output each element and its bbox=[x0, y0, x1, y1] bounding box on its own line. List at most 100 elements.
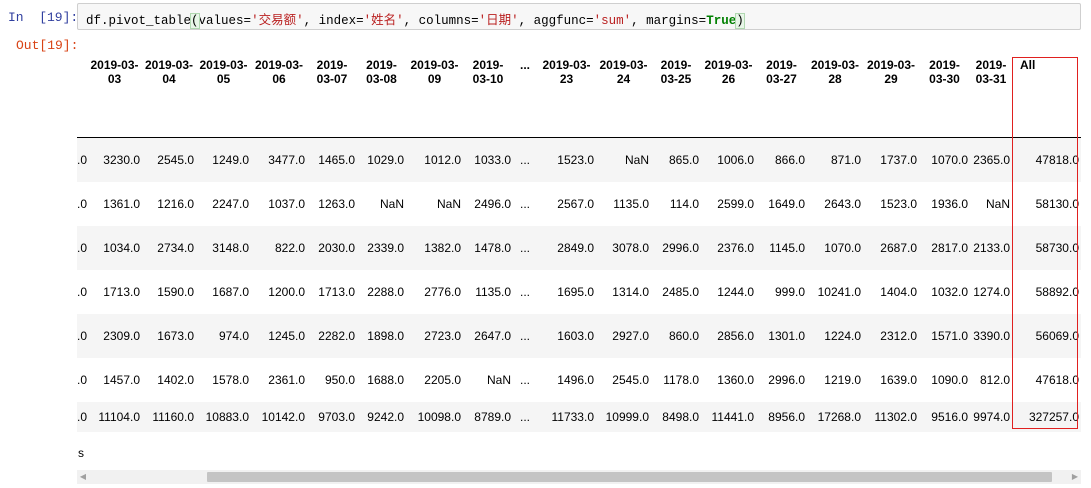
code-token: , index= bbox=[303, 14, 364, 28]
stray-text: s bbox=[78, 446, 84, 460]
table-cell: 1713.0 bbox=[318, 284, 355, 299]
index-cell-fragment: .0 bbox=[77, 372, 88, 387]
table-cell: 11160.0 bbox=[144, 401, 198, 432]
table-cell: 2247.0 bbox=[212, 196, 249, 211]
table-cell: 1590.0 bbox=[157, 284, 194, 299]
column-header-ellipsis: ... bbox=[515, 34, 539, 138]
table-cell: 1037.0 bbox=[268, 196, 305, 211]
table-cell: 2282.0 bbox=[309, 313, 359, 358]
table-cell: 1200.0 bbox=[268, 284, 305, 299]
scroll-right-icon[interactable]: ▶ bbox=[1069, 470, 1081, 484]
table-cell: NaN bbox=[379, 196, 404, 211]
table-cell: 865.0 bbox=[653, 137, 703, 182]
table-cell: 1033.0 bbox=[465, 137, 515, 182]
table-cell: 2496.0 bbox=[474, 196, 511, 211]
column-header: 2019-03-07 bbox=[309, 34, 359, 138]
code-cell-input[interactable]: df.pivot_table(values='交易额', index='姓名',… bbox=[77, 3, 1081, 30]
table-cell: 10999.0 bbox=[598, 401, 653, 432]
table-cell: 3390.0 bbox=[972, 313, 1014, 358]
table-cell: 1523.0 bbox=[880, 196, 917, 211]
table-cell: 8498.0 bbox=[653, 401, 703, 432]
table-cell: 1361.0 bbox=[103, 196, 140, 211]
column-header: 2019-03-24 bbox=[598, 34, 653, 138]
column-header: 2019-03-25 bbox=[653, 34, 703, 138]
code-token: , columns= bbox=[403, 14, 479, 28]
table-cell: 10142.0 bbox=[253, 401, 309, 432]
table-row: .0 1361.0 1216.0 2247.0 1037.0 1263.0 NaN NaN 24… bbox=[77, 182, 1081, 226]
table-cell: 10098.0 bbox=[408, 401, 465, 432]
table-cell: 1603.0 bbox=[539, 313, 598, 358]
horizontal-scrollbar[interactable]: ◀ ▶ bbox=[77, 470, 1081, 484]
table-cell: 1402.0 bbox=[157, 372, 194, 387]
scrollbar-thumb[interactable] bbox=[207, 472, 1052, 482]
table-cell: 2856.0 bbox=[703, 313, 758, 358]
table-cell: 2927.0 bbox=[598, 313, 653, 358]
table-cell: ... bbox=[515, 137, 539, 182]
code-token-keyword: True bbox=[706, 14, 737, 28]
table-cell: 950.0 bbox=[324, 372, 355, 387]
table-cell: NaN bbox=[598, 137, 653, 182]
table-cell: 866.0 bbox=[758, 137, 809, 182]
table-row: .0 3230.0 2545.0 1249.0 3477.0 1465.0 1029.0 10… bbox=[77, 137, 1081, 182]
table-cell-all: 47618.0 bbox=[1035, 372, 1079, 387]
table-cell: 1245.0 bbox=[253, 313, 309, 358]
table-cell: 860.0 bbox=[653, 313, 703, 358]
column-header: 2019-03-04 bbox=[144, 34, 198, 138]
table-cell: 1496.0 bbox=[557, 372, 594, 387]
output-prompt: Out[19]: bbox=[16, 38, 79, 53]
column-header: 2019-03-28 bbox=[809, 34, 865, 138]
table-cell: 1639.0 bbox=[880, 372, 917, 387]
table-cell-all: 56069.0 bbox=[1014, 313, 1081, 358]
column-header: 2019-03-08 bbox=[359, 34, 408, 138]
column-header: 2019-03-27 bbox=[758, 34, 809, 138]
table-cell: 2849.0 bbox=[539, 225, 598, 270]
table-cell: 2288.0 bbox=[367, 284, 404, 299]
table-cell: 8789.0 bbox=[465, 401, 515, 432]
table-cell: 1274.0 bbox=[973, 284, 1010, 299]
table-cell: 1034.0 bbox=[89, 225, 144, 270]
code-token-paren: ) bbox=[735, 13, 745, 29]
table-cell: 2133.0 bbox=[972, 225, 1014, 270]
code-token-string: '日期' bbox=[478, 14, 519, 28]
input-prompt: In [19]: bbox=[8, 10, 79, 25]
table-cell: 1070.0 bbox=[921, 137, 972, 182]
table-cell: 2361.0 bbox=[268, 372, 305, 387]
table-row: .0 1034.0 2734.0 3148.0 822.0 2030.0 2339.0 138… bbox=[77, 225, 1081, 270]
table-cell: 1404.0 bbox=[880, 284, 917, 299]
table-cell: 2205.0 bbox=[424, 372, 461, 387]
table-cell: 2643.0 bbox=[824, 196, 861, 211]
code-token: df.pivot_table bbox=[86, 14, 192, 28]
table-cell: 1673.0 bbox=[144, 313, 198, 358]
table-cell: 1478.0 bbox=[465, 225, 515, 270]
table-cell: 1224.0 bbox=[809, 313, 865, 358]
table-cell: 1936.0 bbox=[931, 196, 968, 211]
index-cell-fragment: .0 bbox=[77, 137, 89, 182]
output-area[interactable]: 2019-03-03 2019-03-04 2019-03-05 2019-03-06… bbox=[77, 34, 1081, 462]
table-cell: ... bbox=[519, 284, 530, 299]
table-cell: 1649.0 bbox=[768, 196, 805, 211]
table-cell: 1695.0 bbox=[557, 284, 594, 299]
table-cell: 1029.0 bbox=[359, 137, 408, 182]
table-cell: 1249.0 bbox=[198, 137, 253, 182]
table-cell: 2996.0 bbox=[768, 372, 805, 387]
table-cell: NaN bbox=[985, 196, 1010, 211]
table-cell: ... bbox=[515, 313, 539, 358]
table-cell: 1465.0 bbox=[309, 137, 359, 182]
table-cell: 9242.0 bbox=[359, 401, 408, 432]
table-cell: 2687.0 bbox=[865, 225, 921, 270]
table-cell: 2599.0 bbox=[717, 196, 754, 211]
table-cell: 1006.0 bbox=[703, 137, 758, 182]
scroll-left-icon[interactable]: ◀ bbox=[77, 470, 89, 484]
column-header: 2019-03-03 bbox=[89, 34, 144, 138]
code-token-string: '姓名' bbox=[363, 14, 404, 28]
table-cell: ... bbox=[519, 372, 530, 387]
table-row: .0 2309.0 1673.0 974.0 1245.0 2282.0 1898.0 272… bbox=[77, 313, 1081, 358]
table-cell: 2723.0 bbox=[408, 313, 465, 358]
table-cell: 974.0 bbox=[198, 313, 253, 358]
index-cell-fragment: .0 bbox=[77, 284, 88, 299]
column-header: 2019-03-06 bbox=[253, 34, 309, 138]
table-cell: 3230.0 bbox=[89, 137, 144, 182]
code-token: values= bbox=[198, 14, 252, 28]
column-header: 2019-03-09 bbox=[408, 34, 465, 138]
table-row: .0 1713.0 1590.0 1687.0 1200.0 1713.0 2288.0 27… bbox=[77, 270, 1081, 314]
